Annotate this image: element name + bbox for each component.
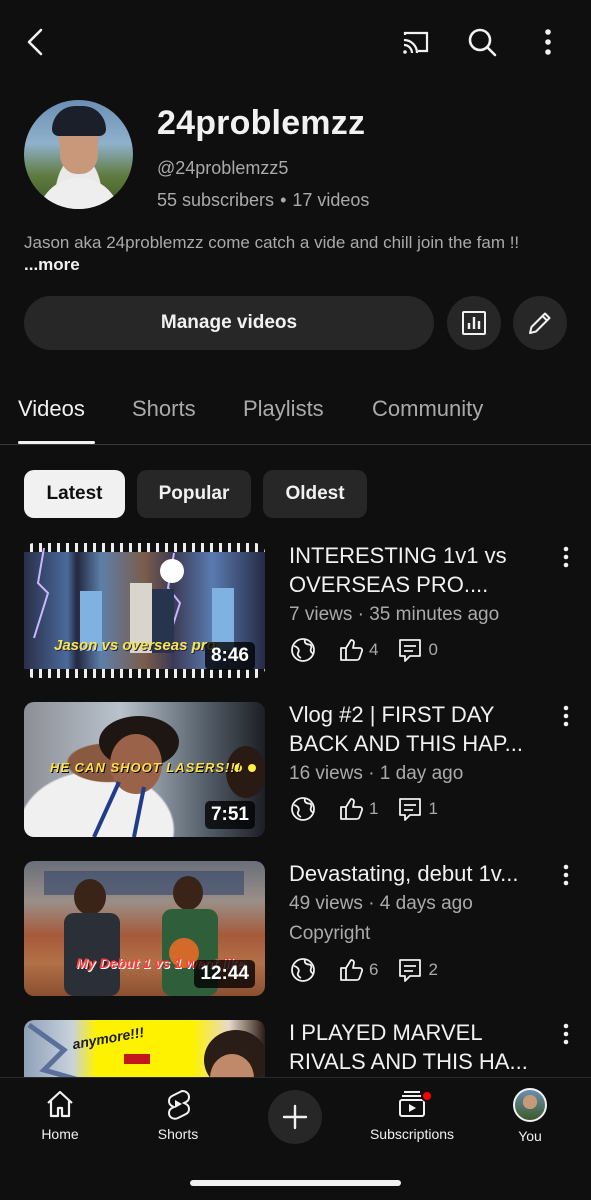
stats-separator: • <box>280 190 287 210</box>
video-more-icon[interactable] <box>554 704 578 728</box>
more-link[interactable]: ...more <box>24 255 80 274</box>
video-item[interactable]: HE CAN SHOOT LASERS!!! 7:51 Vlog #2 | FI… <box>24 702 591 837</box>
thumbs-up-icon <box>340 959 364 981</box>
video-more-icon[interactable] <box>554 1022 578 1046</box>
tab-shorts[interactable]: Shorts <box>132 396 196 422</box>
chip-latest[interactable]: Latest <box>24 470 125 518</box>
video-duration: 7:51 <box>204 801 255 829</box>
channel-header: 24problemzz @24problemzz5 55 subscribers… <box>24 100 567 215</box>
video-duration: 12:44 <box>194 960 255 988</box>
video-thumbnail[interactable]: My Debut 1 vs 1 went like 12:44 <box>24 861 265 996</box>
home-icon <box>47 1090 73 1118</box>
video-stats: 1 1 <box>289 794 456 824</box>
video-title-line: Devastating, debut 1v... <box>289 861 519 886</box>
home-indicator <box>190 1180 401 1186</box>
channel-actions: Manage videos <box>24 296 567 350</box>
video-title: I PLAYED MARVEL RIVALS AND THIS HA... <box>289 1018 551 1076</box>
video-title: INTERESTING 1v1 vs OVERSEAS PRO.... <box>289 541 551 599</box>
comment-count: 1 <box>428 799 438 818</box>
video-title-line: OVERSEAS PRO.... <box>289 572 489 597</box>
user-avatar <box>513 1088 547 1122</box>
like-count: 6 <box>369 960 379 979</box>
shorts-icon <box>168 1089 190 1120</box>
thumbnail-overlay-text: HE CAN SHOOT LASERS!!! <box>50 760 241 775</box>
analytics-icon <box>462 311 486 335</box>
thumbs-up-icon <box>340 798 364 820</box>
video-stats: 4 0 <box>289 635 456 665</box>
tab-videos[interactable]: Videos <box>18 396 85 422</box>
video-duration: 8:46 <box>204 642 255 670</box>
nav-subscriptions-label: Subscriptions <box>369 1126 455 1142</box>
video-more-icon[interactable] <box>554 863 578 887</box>
top-app-bar <box>0 0 591 84</box>
channel-avatar[interactable] <box>24 100 133 209</box>
edit-channel-button[interactable] <box>513 296 567 350</box>
video-meta: 49 views · 4 days ago <box>289 893 473 914</box>
video-more-icon[interactable] <box>554 545 578 569</box>
video-title-line: RIVALS AND THIS HA... <box>289 1049 528 1074</box>
analytics-button[interactable] <box>447 296 501 350</box>
chip-oldest[interactable]: Oldest <box>263 470 367 518</box>
manage-videos-button[interactable]: Manage videos <box>24 296 434 350</box>
nav-you-label: You <box>518 1128 542 1144</box>
copyright-label[interactable]: Copyright <box>289 923 370 945</box>
nav-shorts-label: Shorts <box>157 1126 199 1142</box>
comment-icon <box>399 959 422 982</box>
globe-icon <box>291 797 315 821</box>
create-button[interactable] <box>268 1090 322 1144</box>
back-arrow-icon[interactable] <box>16 22 56 62</box>
video-title: Vlog #2 | FIRST DAY BACK AND THIS HAP... <box>289 700 551 758</box>
nav-subscriptions[interactable]: Subscriptions <box>357 1088 467 1142</box>
channel-stats: 55 subscribers • 17 videos <box>157 190 369 211</box>
video-thumbnail[interactable]: HE CAN SHOOT LASERS!!! 7:51 <box>24 702 265 837</box>
video-count: 17 videos <box>292 190 370 210</box>
thumbs-up-icon <box>340 639 364 661</box>
video-meta: 7 views · 35 minutes ago <box>289 604 500 625</box>
nav-home[interactable]: Home <box>5 1088 115 1142</box>
cast-icon[interactable] <box>396 22 436 62</box>
tab-community[interactable]: Community <box>372 396 483 422</box>
thumbnail-overlay-text: Jason vs overseas pro <box>54 637 216 654</box>
video-title-line: Vlog #2 | FIRST DAY <box>289 702 495 727</box>
search-icon[interactable] <box>462 22 502 62</box>
video-title-line: I PLAYED MARVEL <box>289 1020 483 1045</box>
video-item[interactable]: My Debut 1 vs 1 went like 12:44 Devastat… <box>24 861 591 996</box>
video-title-line: BACK AND THIS HAP... <box>289 731 523 756</box>
plus-icon <box>282 1104 308 1130</box>
video-title-line: INTERESTING 1v1 vs <box>289 543 507 568</box>
active-tab-indicator <box>18 441 95 444</box>
comment-count: 0 <box>428 640 438 659</box>
like-count: 1 <box>369 799 379 818</box>
video-title: Devastating, debut 1v... <box>289 859 551 888</box>
tab-playlists[interactable]: Playlists <box>243 396 324 422</box>
channel-tabs: Videos Shorts Playlists Community <box>0 380 591 445</box>
channel-description[interactable]: Jason aka 24problemzz come catch a vide … <box>24 232 572 276</box>
pencil-icon <box>529 312 551 334</box>
globe-icon <box>291 638 315 662</box>
video-thumbnail[interactable]: Jason vs overseas pro 8:46 <box>24 543 265 678</box>
channel-name: 24problemzz <box>157 104 366 142</box>
video-stats: 6 2 <box>289 955 456 985</box>
comment-count: 2 <box>428 960 438 979</box>
nav-you[interactable]: You <box>475 1088 585 1144</box>
chip-popular[interactable]: Popular <box>137 470 251 518</box>
nav-home-label: Home <box>41 1126 79 1142</box>
video-meta: 16 views · 1 day ago <box>289 763 464 784</box>
video-item[interactable]: Jason vs overseas pro 8:46 INTERESTING 1… <box>24 543 591 678</box>
globe-icon <box>291 958 315 982</box>
channel-handle: @24problemzz5 <box>157 158 289 178</box>
more-vert-icon[interactable] <box>528 22 568 62</box>
description-text: Jason aka 24problemzz come catch a vide … <box>24 233 520 252</box>
comment-icon <box>399 798 422 821</box>
nav-shorts[interactable]: Shorts <box>123 1088 233 1142</box>
notification-dot <box>421 1090 433 1102</box>
like-count: 4 <box>369 640 379 659</box>
comment-icon <box>399 639 422 662</box>
subscriber-count: 55 subscribers <box>157 190 275 210</box>
